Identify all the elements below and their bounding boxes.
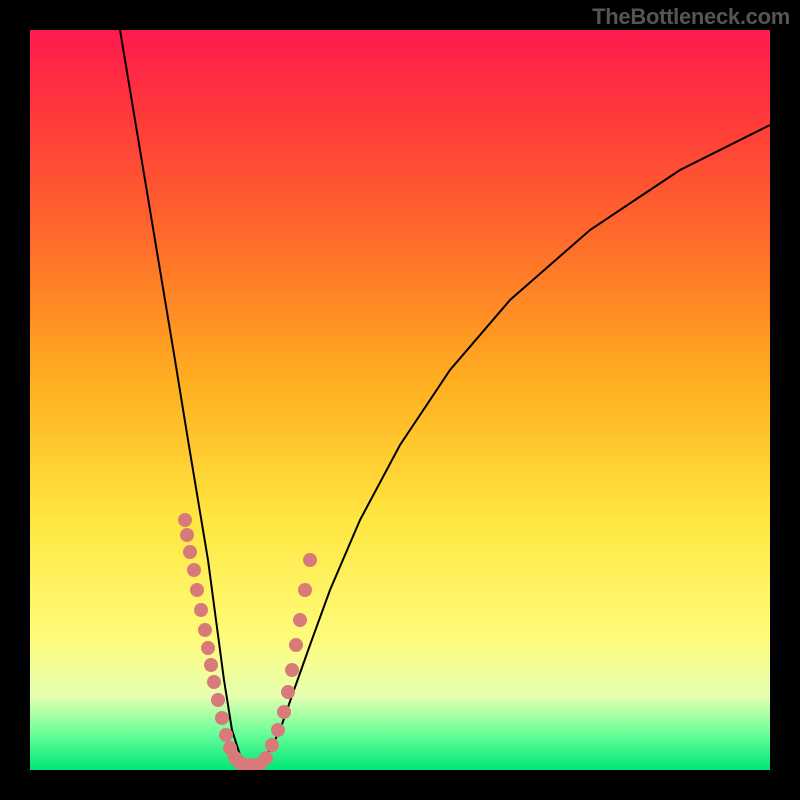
highlight-dot (298, 583, 312, 597)
outer-frame: TheBottleneck.com (0, 0, 800, 800)
highlight-dot (178, 513, 192, 527)
highlight-dot (211, 693, 225, 707)
highlight-dot (180, 528, 194, 542)
highlight-dot (289, 638, 303, 652)
highlight-dot (204, 658, 218, 672)
highlight-dot (219, 728, 233, 742)
highlight-dot (190, 583, 204, 597)
highlight-dot (201, 641, 215, 655)
highlight-dot (194, 603, 208, 617)
highlight-dot (277, 705, 291, 719)
highlight-dot (207, 675, 221, 689)
highlight-dot (271, 723, 285, 737)
highlight-dot (303, 553, 317, 567)
gradient-plot-area (30, 30, 770, 770)
highlight-dot (259, 751, 273, 765)
highlight-dot (215, 711, 229, 725)
highlight-dot (293, 613, 307, 627)
highlight-dots-right (259, 553, 317, 765)
highlight-dot (183, 545, 197, 559)
highlight-dot (285, 663, 299, 677)
bottleneck-curve (120, 30, 770, 765)
highlight-dot (281, 685, 295, 699)
highlight-dot (265, 738, 279, 752)
highlight-dot (198, 623, 212, 637)
highlight-dots-left (178, 513, 267, 770)
watermark-text: TheBottleneck.com (592, 4, 790, 30)
highlight-dot (187, 563, 201, 577)
curve-svg (30, 30, 770, 770)
